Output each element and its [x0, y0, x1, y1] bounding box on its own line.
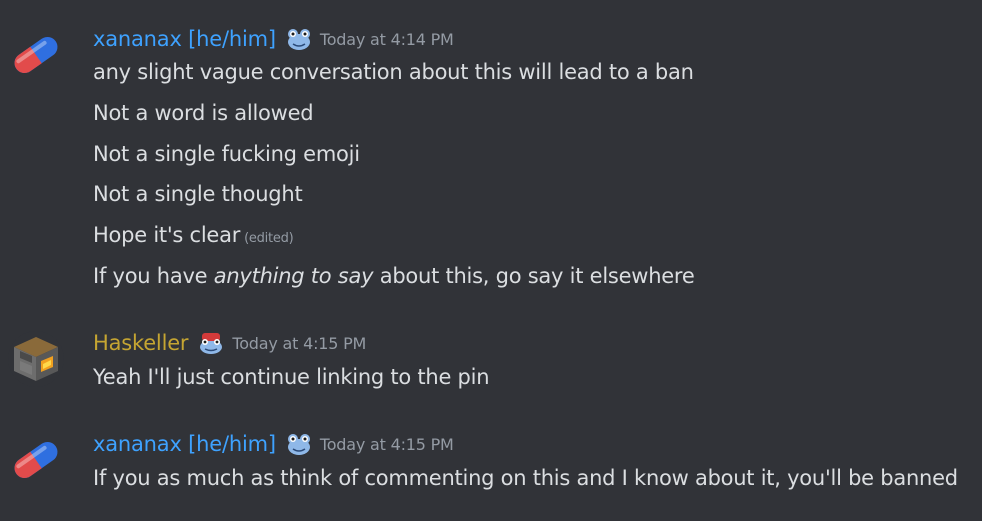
frog-icon[interactable]	[286, 27, 312, 51]
message-text: Not a single thought	[93, 182, 303, 206]
message-text: If you have anything to say about this, …	[93, 262, 695, 290]
username[interactable]: xananax [he/him]	[93, 27, 276, 51]
pill-capsule-icon	[14, 441, 58, 479]
message-text-part: If you have	[93, 264, 214, 288]
frog-red-hat-icon[interactable]	[198, 331, 224, 355]
message-text-part: about this, go say it elsewhere	[373, 264, 695, 288]
message-text: any slight vague conversation about this…	[93, 60, 694, 84]
message-text-emphasis: anything to say	[213, 264, 374, 288]
message-text-content: Hope it's clear	[93, 223, 241, 247]
message-group-3: xananax [he/him] Today at 4:15 PM If you…	[0, 410, 982, 521]
message-text: Not a single fucking emoji	[93, 142, 360, 166]
frog-icon[interactable]	[286, 432, 312, 456]
message-header: Haskeller Today at 4:15 PM	[93, 329, 366, 357]
timestamp[interactable]: Today at 4:14 PM	[320, 30, 454, 49]
message-header: xananax [he/him] Today at 4:15 PM	[93, 430, 454, 458]
message-text: Yeah I'll just continue linking to the p…	[93, 365, 490, 389]
avatar[interactable]	[8, 432, 64, 488]
furnace-block-icon	[8, 331, 64, 387]
username[interactable]: Haskeller	[93, 331, 189, 355]
avatar[interactable]	[8, 331, 64, 387]
timestamp[interactable]: Today at 4:15 PM	[232, 334, 366, 353]
username[interactable]: xananax [he/him]	[93, 432, 276, 456]
message-text: Hope it's clear (edited)	[93, 221, 294, 253]
pill-capsule-icon	[14, 36, 58, 74]
message-text: Not a word is allowed	[93, 101, 314, 125]
message-group-2: Haskeller Today at 4:15 PM Yeah I'll jus…	[0, 300, 982, 410]
message-group-1: xananax [he/him] Today at 4:14 PM any sl…	[0, 0, 982, 300]
message-header: xananax [he/him] Today at 4:14 PM	[93, 25, 454, 53]
timestamp[interactable]: Today at 4:15 PM	[320, 435, 454, 454]
edited-label: (edited)	[244, 231, 294, 246]
avatar[interactable]	[8, 27, 64, 83]
message-text: If you as much as think of commenting on…	[93, 466, 958, 490]
